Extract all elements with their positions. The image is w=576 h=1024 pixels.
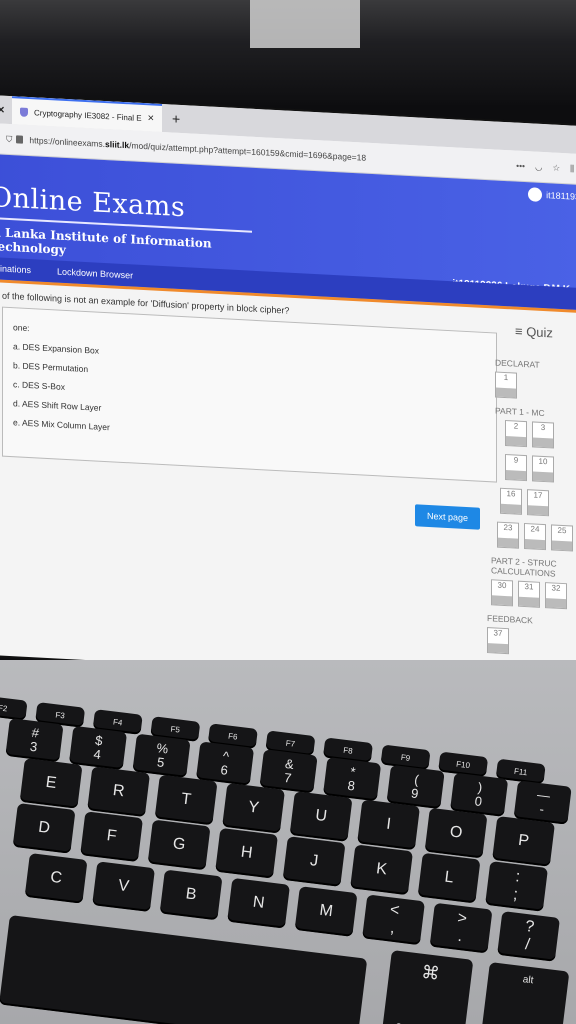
next-page-button[interactable]: Next page [415,504,481,530]
key-0[interactable]: ) 0 [450,772,509,817]
key-f2[interactable]: F2 [0,695,28,721]
quiz-nav-cell[interactable]: 24 [524,522,546,551]
key-5[interactable]: % 5 [132,733,191,778]
window-close-icon[interactable]: × [0,102,12,117]
quiz-nav-cell[interactable]: 16 [500,487,522,515]
key-f[interactable]: F [80,811,144,863]
key-u[interactable]: U [289,791,353,842]
key-8[interactable]: * 8 [322,756,382,802]
quiz-content: of the following is not an example for '… [0,282,576,659]
key-h[interactable]: H [215,827,279,879]
command-symbol-icon: ⌘ [420,961,441,984]
nav-item-examinations[interactable]: inations [0,264,31,276]
key-y[interactable]: Y [222,782,286,834]
quiz-nav-heading: ≡ Quiz [515,323,553,341]
tab-title: Cryptography IE3082 - Final E [34,107,142,123]
quiz-nav-cell[interactable]: 37 [487,627,509,655]
quiz-nav-cell[interactable]: 2 [505,419,527,448]
quiz-nav-cell[interactable]: 9 [505,453,527,482]
key-minus[interactable]: — - [513,780,572,825]
pocket-icon[interactable]: ◡ [535,161,542,172]
part1-label: PART 1 - MC [495,405,545,419]
key-c[interactable]: C [24,853,88,904]
quiz-nav-cell[interactable]: 32 [545,582,567,610]
key-9[interactable]: ( 9 [386,764,445,810]
site-brand: Online Exams ri Lanka Institute of Infor… [0,182,260,267]
avatar [528,187,543,202]
tab-favicon-icon [20,107,28,117]
key-period[interactable]: > . [429,902,493,954]
key-b[interactable]: B [159,869,223,921]
command-label: command [394,1018,452,1024]
key-i[interactable]: I [357,799,421,851]
shield-icon[interactable]: ⛉ [6,133,12,144]
key-p[interactable]: P [492,816,556,867]
nav-item-lockdown[interactable]: Lockdown Browser [57,267,133,281]
key-v[interactable]: V [92,861,156,913]
lock-icon [16,135,24,144]
key-o[interactable]: O [424,807,488,859]
key-6[interactable]: ^ 6 [195,741,255,786]
answer-box: one: a. DES Expansion Box b. DES Permuta… [2,306,497,483]
quiz-nav-cell[interactable]: 30 [491,579,513,607]
user-menu[interactable]: it181193 [528,187,576,204]
bookmark-star-icon[interactable]: ☆ [552,162,560,173]
key-comma[interactable]: < , [362,894,426,946]
key-k[interactable]: K [350,844,414,896]
key-t[interactable]: T [154,774,218,826]
key-m[interactable]: M [294,886,358,937]
quiz-nav-cell[interactable]: 10 [532,455,554,483]
laptop-screen: × Cryptography IE3082 - Final E × + ⛉ ht… [0,95,576,687]
key-d[interactable]: D [12,803,76,854]
quiz-navigation: ≡ Quiz DECLARAT 1 PART 1 - MC 2 3 9 10 1… [487,316,576,658]
key-7[interactable]: & 7 [259,749,318,794]
username: it181193 [546,190,576,202]
key-l[interactable]: L [417,852,481,904]
library-icon[interactable]: ⫼ [570,163,574,174]
quiz-nav-cell[interactable]: 23 [497,521,519,549]
key-4[interactable]: $ 4 [68,725,128,771]
quiz-nav-cell[interactable]: 31 [518,580,540,608]
keyboard: F2 F3 F4 F5 F6 F7 F8 F9 F10 F11 # 3 $ 4 … [0,660,576,1024]
quiz-nav-cell[interactable]: 25 [551,524,573,552]
declaration-label: DECLARAT [495,357,540,370]
quiz-nav-cell[interactable]: 1 [495,371,517,399]
feedback-label: FEEDBACK [487,613,533,626]
new-tab-icon[interactable]: + [172,111,180,127]
tab-close-icon[interactable]: × [148,112,154,124]
key-command[interactable]: ⌘ command [381,950,474,1024]
background-wall [250,0,360,48]
key-r[interactable]: R [87,766,151,818]
key-3[interactable]: # 3 [5,718,64,763]
key-e[interactable]: E [19,758,83,809]
key-n[interactable]: N [227,877,291,929]
key-option[interactable]: alt option [479,962,570,1024]
page-actions-icon[interactable]: ••• [516,161,525,171]
key-semicolon[interactable]: : ; [485,861,549,912]
background-room [0,0,576,105]
key-g[interactable]: G [147,819,211,871]
quiz-nav-cell[interactable]: 3 [532,421,554,449]
alt-label: alt [522,974,534,987]
key-slash[interactable]: ? / [497,911,561,962]
part2-label: PART 2 - STRUC CALCULATIONS [491,555,557,579]
key-j[interactable]: J [282,836,346,887]
quiz-nav-cell[interactable]: 17 [527,489,549,517]
